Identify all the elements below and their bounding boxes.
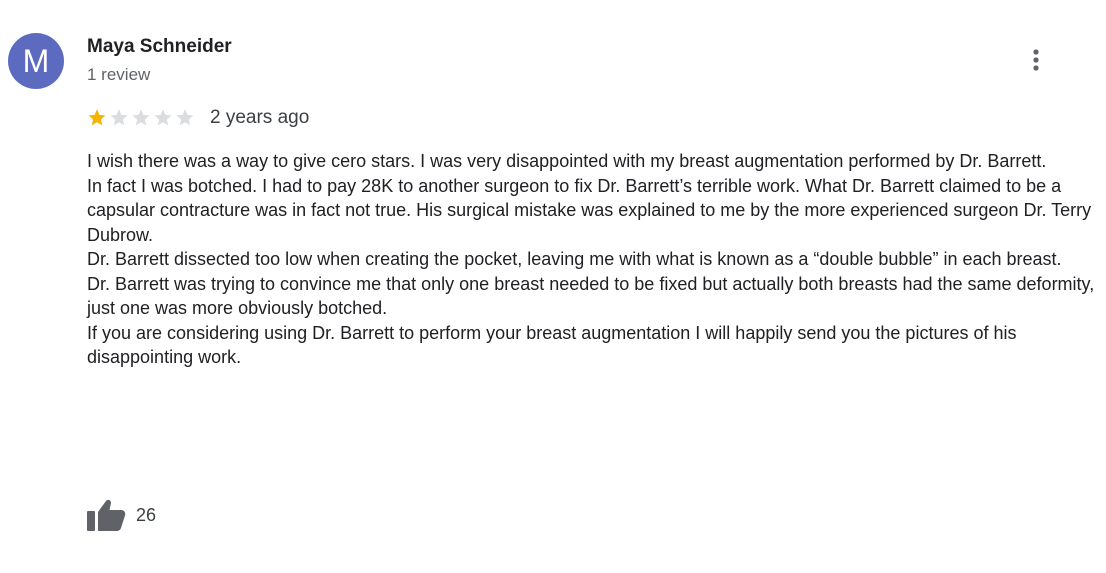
rating-row: 2 years ago	[86, 106, 309, 130]
star-filled-icon	[86, 107, 108, 129]
avatar[interactable]: M	[8, 33, 64, 89]
review-date: 2 years ago	[210, 107, 310, 128]
star-empty-icon	[130, 107, 152, 129]
author-name[interactable]: Maya Schneider	[87, 36, 232, 58]
star-empty-icon	[108, 107, 130, 129]
star-rating	[86, 107, 196, 129]
more-vert-icon	[1022, 44, 1050, 76]
author-review-count[interactable]: 1 review	[87, 65, 150, 85]
review-text: I wish there was a way to give cero star…	[87, 149, 1102, 370]
review-paragraph: If you are considering using Dr. Barrett…	[87, 322, 1017, 368]
review-paragraph: Dr. Barrett dissected too low when creat…	[87, 249, 1062, 269]
more-options-button[interactable]	[1022, 44, 1050, 76]
review-paragraph: Dr. Barrett was trying to convince me th…	[87, 273, 1095, 319]
review-paragraph: In fact I was botched. I had to pay 28K …	[87, 175, 1092, 245]
like-row: 26	[86, 498, 156, 532]
avatar-initial: M	[22, 43, 50, 79]
star-empty-icon	[152, 107, 174, 129]
review-paragraph: I wish there was a way to give cero star…	[87, 151, 1047, 171]
like-button[interactable]	[86, 498, 126, 532]
review-card: M Maya Schneider 1 review 2 years ago I …	[0, 0, 1106, 573]
like-count: 26	[136, 504, 157, 525]
thumbs-up-icon	[86, 498, 126, 532]
star-empty-icon	[174, 107, 196, 129]
